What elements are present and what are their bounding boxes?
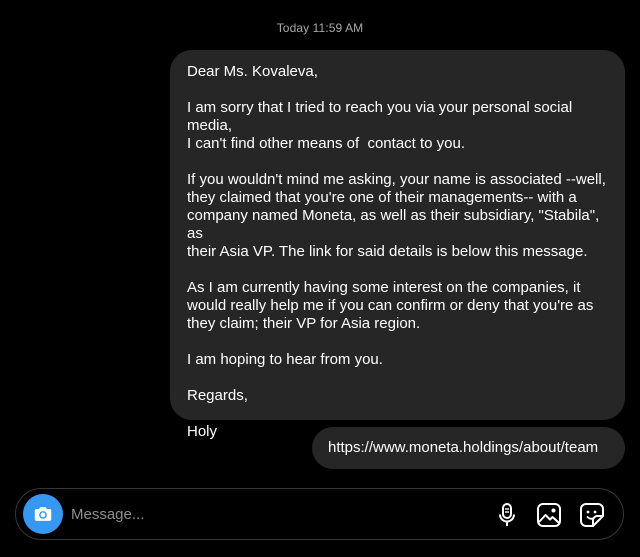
message-paragraph-apology: I am sorry that I tried to reach you via… (187, 99, 573, 152)
gallery-button[interactable] (536, 502, 562, 528)
message-input[interactable] (71, 502, 471, 526)
message-paragraph-hoping: I am hoping to hear from you. (187, 351, 383, 368)
microphone-icon (499, 503, 515, 526)
message-paragraph-greeting: Dear Ms. Kovaleva, (187, 63, 318, 80)
microphone-button[interactable] (494, 502, 520, 528)
message-composer (15, 488, 624, 540)
message-bubble-sent[interactable]: Dear Ms. Kovaleva, I am sorry that I tri… (170, 50, 625, 440)
sticker-button[interactable] (579, 502, 605, 528)
camera-button[interactable] (23, 494, 63, 534)
camera-icon (34, 507, 52, 521)
message-paragraph-request: As I am currently having some interest o… (187, 279, 594, 332)
message-link-text[interactable]: https://www.moneta.holdings/about/team (328, 439, 598, 456)
message-bubble-link[interactable]: https://www.moneta.holdings/about/team (312, 427, 625, 469)
chat-timestamp: Today 11:59 AM (276, 21, 364, 35)
sticker-icon (580, 503, 604, 527)
message-paragraph-regards: Regards, (187, 387, 248, 404)
message-paragraph-question: If you wouldn't mind me asking, your nam… (187, 171, 606, 260)
gallery-icon (537, 503, 561, 527)
